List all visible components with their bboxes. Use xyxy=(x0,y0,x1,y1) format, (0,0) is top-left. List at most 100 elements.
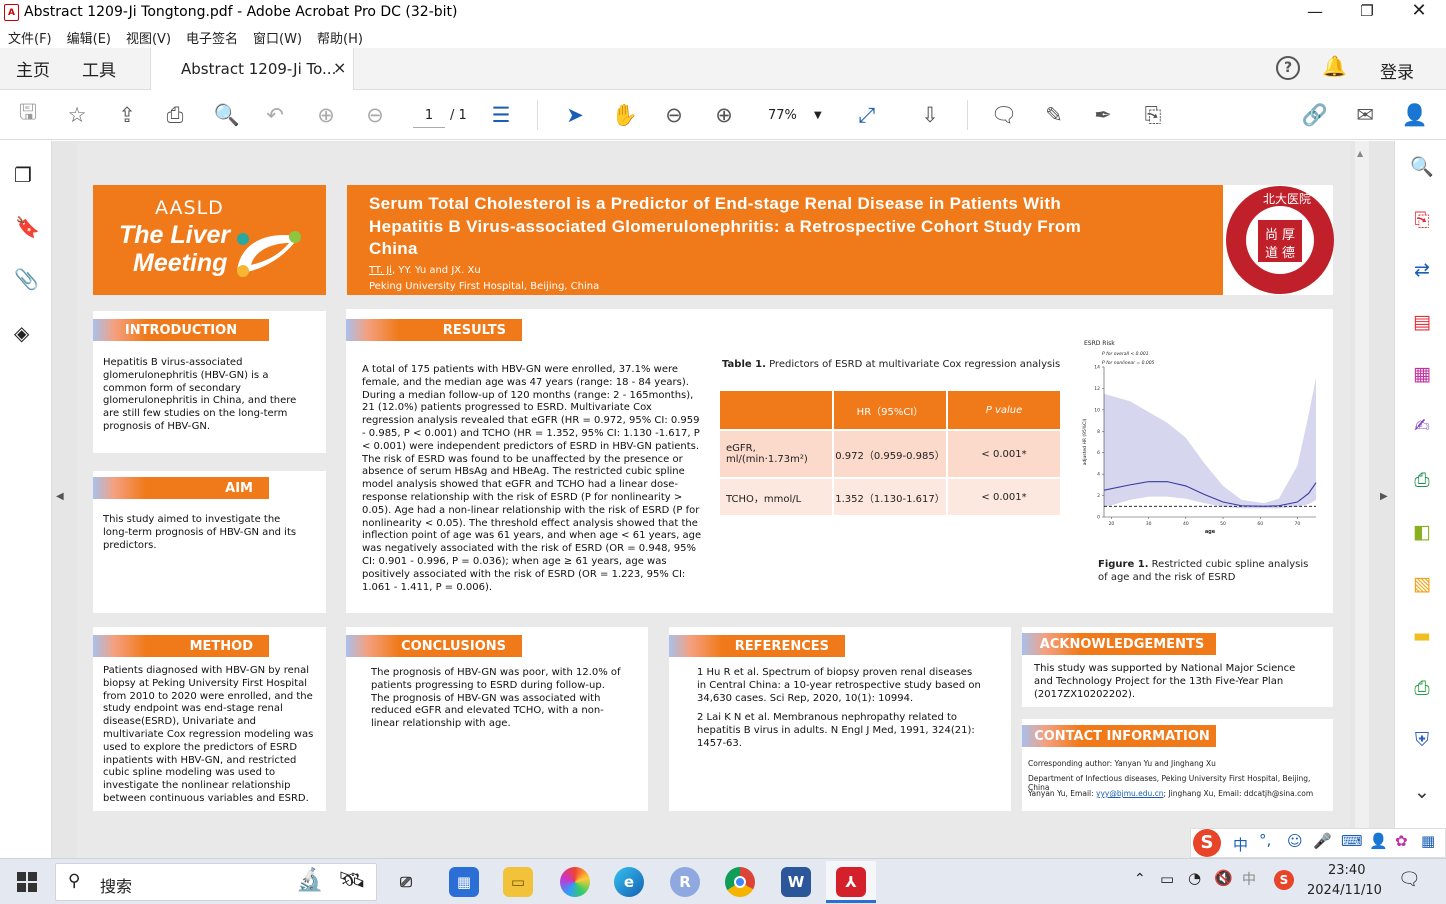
bookmark-star-icon[interactable]: ☆ xyxy=(62,100,92,130)
tab-tools[interactable]: 工具 xyxy=(82,56,116,81)
scan-ocr-icon[interactable]: ▧ xyxy=(1409,571,1435,597)
tab-close-icon[interactable]: × xyxy=(333,58,346,77)
print-production-icon[interactable]: ⎙ xyxy=(1409,675,1435,701)
punctuation-icon[interactable]: °, xyxy=(1259,831,1271,849)
print-icon[interactable]: ⎙ xyxy=(160,100,190,130)
edit-pdf-icon[interactable]: ▦ xyxy=(1409,361,1435,387)
select-cursor-icon[interactable]: ➤ xyxy=(560,100,590,130)
page-number-input[interactable]: 1 xyxy=(413,104,445,128)
layers-icon[interactable]: ◈ xyxy=(14,321,29,345)
create-pdf-icon[interactable]: ⎘ xyxy=(1409,207,1435,233)
chrome-icon[interactable] xyxy=(725,867,755,897)
email-icon[interactable]: ✉ xyxy=(1350,100,1380,130)
clock-time[interactable]: 23:40 xyxy=(1328,863,1365,878)
x-tick-label: 20 xyxy=(1109,521,1115,527)
organize-pages-icon[interactable]: ▤ xyxy=(1409,309,1435,335)
task-view-icon[interactable]: ⎚ xyxy=(391,867,421,897)
undo-icon[interactable]: ↶ xyxy=(260,100,290,130)
ime-menu-grid-icon[interactable]: ▦ xyxy=(1421,832,1435,850)
menu-item[interactable]: 窗口(W) xyxy=(253,28,302,47)
notification-bell-icon[interactable]: 🔔 xyxy=(1322,54,1347,78)
microsoft-store-icon[interactable]: ▦ xyxy=(449,867,479,897)
comment-icon[interactable]: 🗨 xyxy=(989,100,1019,130)
close-window-icon[interactable]: ✕ xyxy=(1404,0,1434,21)
file-explorer-icon[interactable]: ▭ xyxy=(503,867,533,897)
aim-heading: AIM xyxy=(93,477,269,499)
poster-affiliation: Peking University First Hospital, Beijin… xyxy=(369,281,600,292)
first-author-link[interactable]: TT. Ji xyxy=(369,265,392,276)
references-panel: REFERENCES 1 Hu R et al. Spectrum of bio… xyxy=(669,627,1011,811)
bookmarks-icon[interactable]: 🔖 xyxy=(15,215,40,239)
menu-item[interactable]: 视图(V) xyxy=(126,28,171,47)
collapse-right-panel-icon[interactable]: ▶ xyxy=(1380,491,1388,502)
clock-date[interactable]: 2024/11/10 xyxy=(1307,883,1382,898)
aasld-label: AASLD xyxy=(155,197,224,219)
login-button[interactable]: 登录 xyxy=(1380,58,1414,83)
r-app-icon[interactable]: R xyxy=(670,867,700,897)
user-icon[interactable]: 👤 xyxy=(1369,832,1388,850)
stamp-icon[interactable]: ⎘ xyxy=(1138,100,1168,130)
page-thumbnails-icon[interactable]: ❐ xyxy=(14,163,32,187)
next-page-icon[interactable]: ⊖ xyxy=(360,100,390,130)
emoji-icon[interactable]: ☺ xyxy=(1287,832,1303,850)
show-hidden-icons-icon[interactable]: ⌃ xyxy=(1134,871,1146,887)
zoom-select[interactable]: 77% ▼ xyxy=(760,104,830,128)
volume-muted-icon[interactable]: 🔇 xyxy=(1214,869,1233,887)
fill-sign-icon[interactable]: ✍ xyxy=(1409,413,1435,439)
scroll-up-arrow-icon[interactable]: ▲ xyxy=(1357,149,1363,158)
input-language-icon[interactable]: 中 xyxy=(1242,869,1256,889)
zoom-in-icon[interactable]: ⊕ xyxy=(709,100,739,130)
menu-item[interactable]: 编辑(E) xyxy=(67,28,111,47)
protect-shield-icon[interactable]: ⛨ xyxy=(1409,727,1435,753)
menu-item[interactable]: 帮助(H) xyxy=(317,28,363,47)
contact-email-link[interactable]: yyy@bjmu.edu.cn xyxy=(1096,789,1164,798)
sign-pen-icon[interactable]: ✒ xyxy=(1088,100,1118,130)
taskbar-search-placeholder: 搜索 xyxy=(100,877,133,896)
attachments-icon[interactable]: 📎 xyxy=(14,267,39,291)
upload-cloud-icon[interactable]: ⇪ xyxy=(112,100,142,130)
collapse-left-panel-icon[interactable]: ◀ xyxy=(56,491,64,502)
zoom-out-icon[interactable]: ⊖ xyxy=(659,100,689,130)
keyboard-icon[interactable]: ⌨ xyxy=(1341,832,1363,850)
menu-item[interactable]: 文件(F) xyxy=(8,28,52,47)
word-icon[interactable]: W xyxy=(781,867,811,897)
minimize-icon[interactable]: — xyxy=(1300,2,1330,21)
export-pdf-icon[interactable]: ⇄ xyxy=(1409,257,1435,283)
save-icon[interactable]: 🖫 xyxy=(13,100,43,130)
add-user-icon[interactable]: 👤 xyxy=(1400,100,1430,130)
search-tool-icon[interactable]: 🔍 xyxy=(1409,153,1435,179)
tab-document[interactable]: Abstract 1209-Ji To... × xyxy=(150,48,354,90)
restore-icon[interactable]: ❐ xyxy=(1352,2,1382,20)
color-app-icon[interactable] xyxy=(560,867,590,897)
windows-start-icon[interactable] xyxy=(17,872,37,892)
compare-files-icon[interactable]: ◧ xyxy=(1409,519,1435,545)
voice-input-icon[interactable]: 🎤 xyxy=(1313,832,1332,850)
sogou-logo-icon[interactable]: S xyxy=(1193,829,1221,857)
sogou-tray-icon[interactable]: S xyxy=(1274,870,1294,890)
scroll-mode-icon[interactable]: ⇩ xyxy=(915,100,945,130)
share-link-icon[interactable]: 🔗 xyxy=(1300,100,1330,130)
more-tools-chevron-icon[interactable]: ⌄ xyxy=(1409,779,1435,805)
search-zoom-icon[interactable]: 🔍 xyxy=(212,100,242,130)
skin-icon[interactable]: ✿ xyxy=(1395,832,1408,850)
hand-tool-icon[interactable]: ✋ xyxy=(610,100,640,130)
ime-mode-label[interactable]: 中 xyxy=(1233,834,1248,855)
fit-page-icon[interactable]: ⤢ xyxy=(852,100,882,130)
page-layout-icon[interactable]: ☰ xyxy=(486,100,516,130)
acknowledgements-panel: ACKNOWLEDGEMENTS This study was supporte… xyxy=(1022,627,1333,707)
notification-center-icon[interactable]: 🗨 xyxy=(1398,869,1421,890)
taskbar-search-box[interactable]: ⚲ 搜索 🔬 🛰 xyxy=(55,863,377,901)
acrobat-taskbar-button[interactable]: ⅄ xyxy=(826,861,876,903)
vertical-scrollbar[interactable]: ▲ xyxy=(1355,141,1369,858)
menu-item[interactable]: 电子签名 xyxy=(186,28,238,47)
previous-page-icon[interactable]: ⊕ xyxy=(311,100,341,130)
battery-icon[interactable]: ▭ xyxy=(1160,870,1174,888)
svg-text:厚: 厚 xyxy=(1282,228,1295,243)
highlight-pen-icon[interactable]: ✎ xyxy=(1039,100,1069,130)
tab-home[interactable]: 主页 xyxy=(16,56,50,81)
send-review-icon[interactable]: ⎙ xyxy=(1409,467,1435,493)
edge-browser-icon[interactable]: e xyxy=(614,867,644,897)
wifi-icon[interactable]: ◔ xyxy=(1188,869,1201,887)
comment-tool-icon[interactable]: ▬ xyxy=(1409,623,1435,649)
help-icon[interactable]: ? xyxy=(1276,56,1300,80)
